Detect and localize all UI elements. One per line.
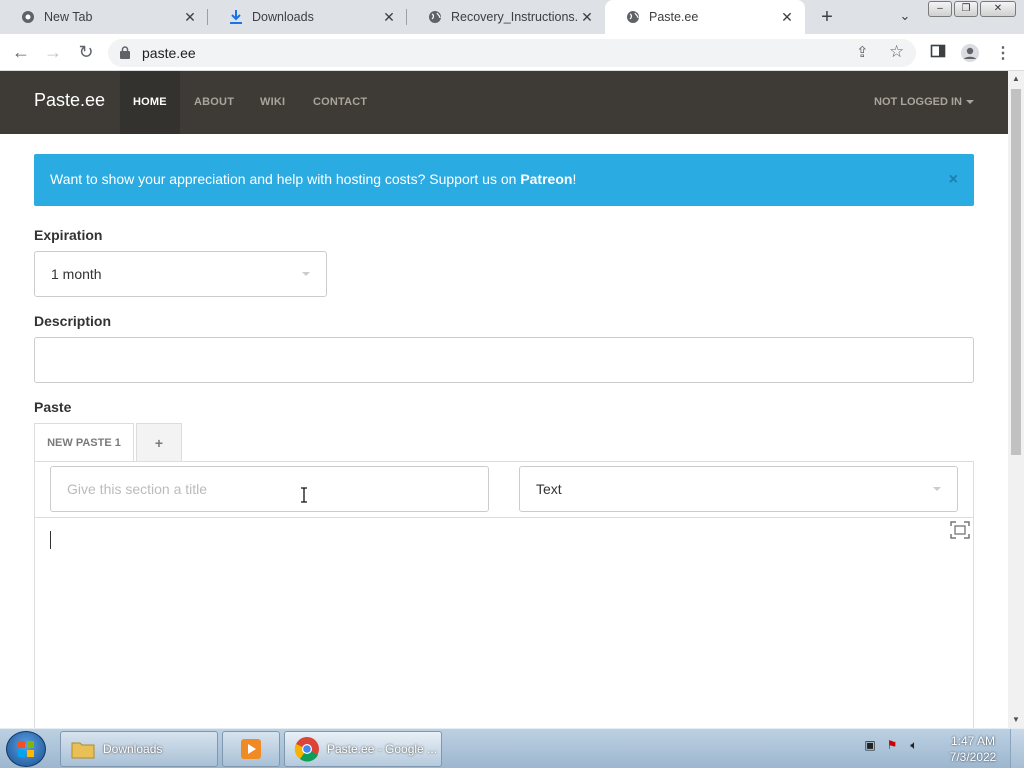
globe-icon xyxy=(427,9,443,25)
section-title-input[interactable]: Give this section a title xyxy=(50,466,489,512)
description-label: Description xyxy=(34,313,112,329)
text-cursor xyxy=(50,531,51,549)
scroll-up-icon[interactable]: ▲ xyxy=(1008,71,1024,87)
taskbar-chrome[interactable]: Paste.ee - Google ... xyxy=(284,731,442,767)
patreon-link[interactable]: Patreon xyxy=(520,171,572,187)
paste-label: Paste xyxy=(34,399,72,415)
volume-icon[interactable]: 🔈︎ xyxy=(906,737,922,753)
close-window-icon[interactable]: ✕ xyxy=(980,1,1016,17)
browser-tabstrip: New Tab ✕ Downloads ✕ Recovery_Instructi… xyxy=(0,0,1024,34)
media-player-icon xyxy=(237,735,265,763)
tab-title: Paste.ee xyxy=(649,10,699,24)
site-navbar: Paste.ee HOME ABOUT WIKI CONTACT NOT LOG… xyxy=(0,71,1008,134)
tab-title: Recovery_Instructions.htm xyxy=(451,10,579,24)
nav-home[interactable]: HOME xyxy=(120,71,180,134)
alert-text: Want to show your appreciation and help … xyxy=(50,171,521,187)
tab-title: Downloads xyxy=(252,10,314,24)
browser-tab-recovery[interactable]: Recovery_Instructions.htm ✕ xyxy=(407,0,605,34)
chrome-icon xyxy=(20,9,36,25)
show-desktop-button[interactable] xyxy=(1010,729,1024,768)
tab-close-icon[interactable]: ✕ xyxy=(579,9,595,25)
start-button[interactable] xyxy=(6,731,46,767)
browser-tab-new-tab[interactable]: New Tab ✕ xyxy=(0,0,208,34)
caret-down-icon xyxy=(966,100,974,105)
globe-icon xyxy=(625,9,641,25)
editor-divider xyxy=(35,517,973,518)
share-icon[interactable]: ⇪ xyxy=(856,43,869,61)
expiration-label: Expiration xyxy=(34,227,103,243)
minimize-icon[interactable]: ‒ xyxy=(928,1,952,17)
clock-date: 7/3/2022 xyxy=(949,750,997,764)
page-viewport: Paste.ee HOME ABOUT WIKI CONTACT NOT LOG… xyxy=(0,71,1008,728)
tab-new-paste-1[interactable]: NEW PASTE 1 xyxy=(34,423,134,461)
action-center-flag-icon[interactable]: ⚑ xyxy=(884,737,900,753)
back-arrow-icon[interactable]: ← xyxy=(9,41,33,65)
login-label: NOT LOGGED IN xyxy=(874,96,962,108)
fullscreen-icon[interactable] xyxy=(950,521,970,539)
add-paste-tab-button[interactable]: + xyxy=(136,423,182,461)
browser-tab-downloads[interactable]: Downloads ✕ xyxy=(208,0,407,34)
chevron-down-icon xyxy=(933,487,941,491)
restore-icon[interactable]: ❐ xyxy=(954,1,978,17)
tab-close-icon[interactable]: ✕ xyxy=(182,9,198,25)
alert-suffix: ! xyxy=(572,171,577,187)
chrome-icon xyxy=(293,735,321,763)
page-scrollbar[interactable]: ▲ ▼ xyxy=(1008,71,1024,728)
browser-tab-pasteee[interactable]: Paste.ee ✕ xyxy=(605,0,805,34)
bookmark-star-icon[interactable]: ☆ xyxy=(889,42,904,62)
syntax-value: Text xyxy=(536,481,562,497)
tab-search-chevron-icon[interactable]: ⌄ xyxy=(896,8,914,26)
windows-taskbar: Downloads Paste.ee - Google ... ▣ ⚑ 🔈︎ 1… xyxy=(0,728,1024,768)
login-dropdown[interactable]: NOT LOGGED IN xyxy=(874,71,974,134)
new-tab-plus-icon[interactable]: + xyxy=(816,6,838,28)
browser-toolbar: ← → ↻ paste.ee ⇪ ☆ ⋮ xyxy=(0,34,1024,71)
url-text: paste.ee xyxy=(142,45,196,61)
scroll-down-icon[interactable]: ▼ xyxy=(1008,712,1024,728)
section-title-placeholder: Give this section a title xyxy=(67,481,208,497)
nav-about[interactable]: ABOUT xyxy=(194,71,234,134)
scrollbar-thumb[interactable] xyxy=(1011,89,1021,455)
expiration-value: 1 month xyxy=(51,266,102,282)
nav-wiki[interactable]: WIKI xyxy=(260,71,285,134)
system-clock[interactable]: 1:47 AM 7/3/2022 xyxy=(940,733,1006,765)
expiration-select[interactable]: 1 month xyxy=(34,251,327,297)
folder-icon xyxy=(69,735,97,763)
task-label: Downloads xyxy=(103,742,163,756)
description-field[interactable] xyxy=(34,337,974,383)
side-panel-icon[interactable] xyxy=(928,43,948,63)
lock-icon xyxy=(120,46,130,59)
download-icon xyxy=(228,9,244,25)
taskbar-downloads[interactable]: Downloads xyxy=(60,731,218,767)
reload-icon[interactable]: ↻ xyxy=(74,41,98,65)
tab-title: New Tab xyxy=(44,10,93,24)
syntax-select[interactable]: Text xyxy=(519,466,958,512)
tab-close-icon[interactable]: ✕ xyxy=(779,9,795,25)
tab-close-icon[interactable]: ✕ xyxy=(381,9,397,25)
patreon-alert: Want to show your appreciation and help … xyxy=(34,154,974,206)
alert-close-icon[interactable]: × xyxy=(949,171,958,189)
chevron-down-icon xyxy=(302,272,310,276)
kebab-menu-icon[interactable]: ⋮ xyxy=(993,43,1013,63)
nav-contact[interactable]: CONTACT xyxy=(313,71,367,134)
profile-avatar-icon[interactable] xyxy=(960,43,980,63)
site-brand[interactable]: Paste.ee xyxy=(34,90,105,111)
address-bar[interactable]: paste.ee ⇪ ☆ xyxy=(108,39,916,67)
task-label: Paste.ee - Google ... xyxy=(327,742,438,756)
taskbar-media-player[interactable] xyxy=(222,731,280,767)
ibeam-cursor-icon xyxy=(300,487,308,503)
network-icon[interactable]: ▣ xyxy=(862,737,878,753)
system-tray: ▣ ⚑ 🔈︎ xyxy=(862,737,922,753)
clock-time: 1:47 AM xyxy=(950,734,996,748)
forward-arrow-icon[interactable]: → xyxy=(41,41,65,65)
